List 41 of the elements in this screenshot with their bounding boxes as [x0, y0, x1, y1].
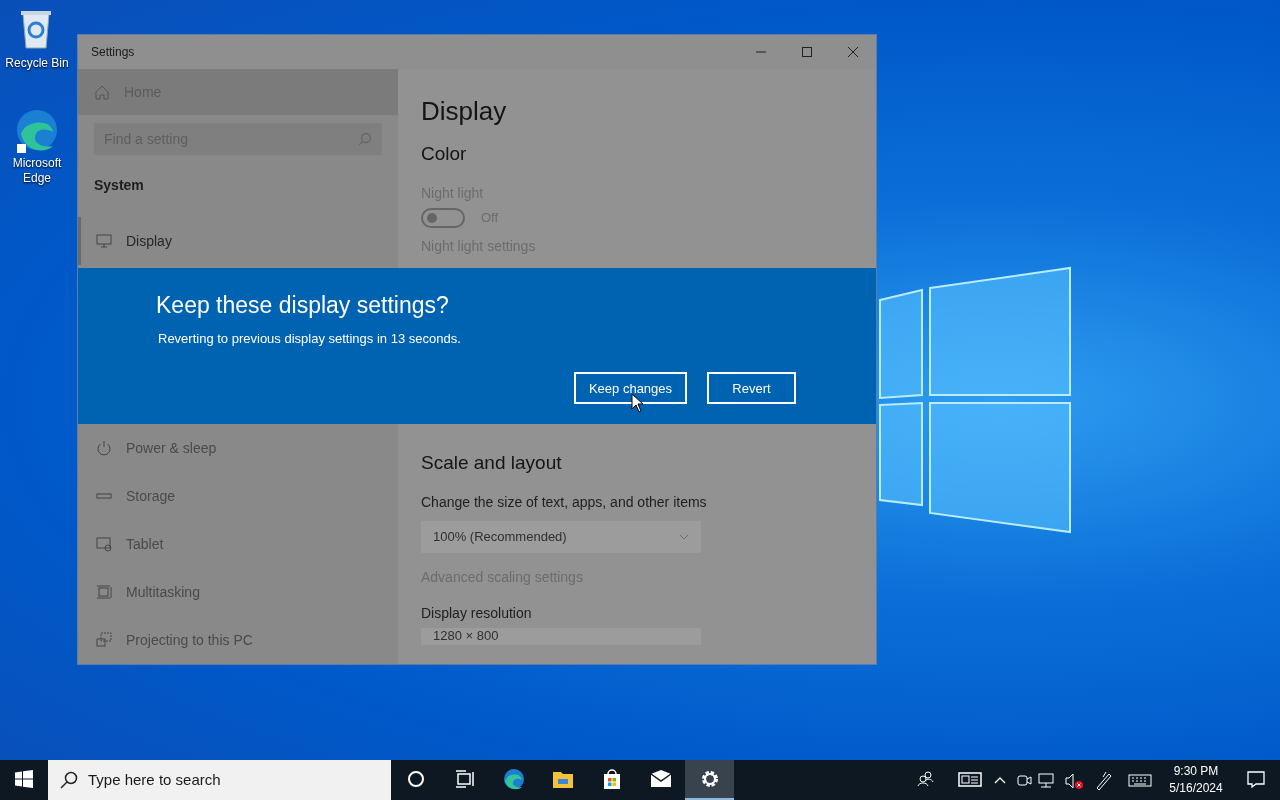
dropdown[interactable]: 100% (Recommended)	[421, 521, 701, 553]
taskbar-app-button[interactable]	[685, 760, 734, 800]
nav-item[interactable]: Power & sleep	[78, 424, 398, 472]
page-title: Display	[421, 95, 508, 128]
desktop-icon-label[interactable]: Microsoft Edge	[4, 156, 70, 186]
search-icon	[60, 771, 78, 789]
setting-label: Display resolution	[421, 605, 532, 621]
toggle-switch[interactable]	[421, 208, 465, 228]
clock[interactable]: 9:30 PM 5/16/2024	[1160, 763, 1232, 797]
task-view-icon	[453, 768, 476, 790]
multitasking-icon	[96, 584, 112, 600]
speech-bubble-icon	[1246, 769, 1266, 789]
dialog-message: Reverting to previous display settings in 13 seconds.	[158, 329, 462, 348]
dropdown[interactable]: 1280 × 800	[421, 628, 701, 645]
power-icon	[96, 440, 112, 456]
search-icon	[358, 132, 372, 146]
monitor-icon	[96, 233, 112, 249]
nav-item[interactable]: Projecting to this PC	[78, 616, 398, 664]
desktop-icon-label[interactable]: Recycle Bin	[5, 56, 69, 71]
section-heading: Color	[421, 142, 468, 166]
close-icon	[848, 47, 858, 57]
projector-icon	[96, 632, 112, 648]
browser-icon[interactable]	[15, 108, 59, 154]
section-heading: System	[94, 177, 144, 193]
taskbar-search-field[interactable]: Type here to search	[48, 760, 391, 800]
keep-changes-button[interactable]: Keep changes	[574, 372, 687, 405]
home-icon	[94, 84, 110, 100]
browser-icon	[502, 768, 525, 790]
dialog-title: Keep these display settings?	[156, 290, 450, 320]
revert-button[interactable]: Revert	[707, 372, 796, 405]
envelope-icon	[649, 768, 672, 790]
tablet-icon	[96, 536, 112, 552]
section-heading: Scale and layout	[421, 451, 563, 475]
setting-label: Change the size of text, apps, and other items	[421, 494, 707, 510]
windows-logo-icon	[15, 770, 33, 788]
window-title: Settings	[90, 44, 136, 61]
nav-item[interactable]: Tablet	[78, 520, 398, 568]
maximize-icon	[802, 47, 812, 57]
nav-item[interactable]: Multitasking	[78, 568, 398, 616]
chevron-down-icon	[679, 534, 689, 540]
nav-item[interactable]: Storage	[78, 472, 398, 520]
